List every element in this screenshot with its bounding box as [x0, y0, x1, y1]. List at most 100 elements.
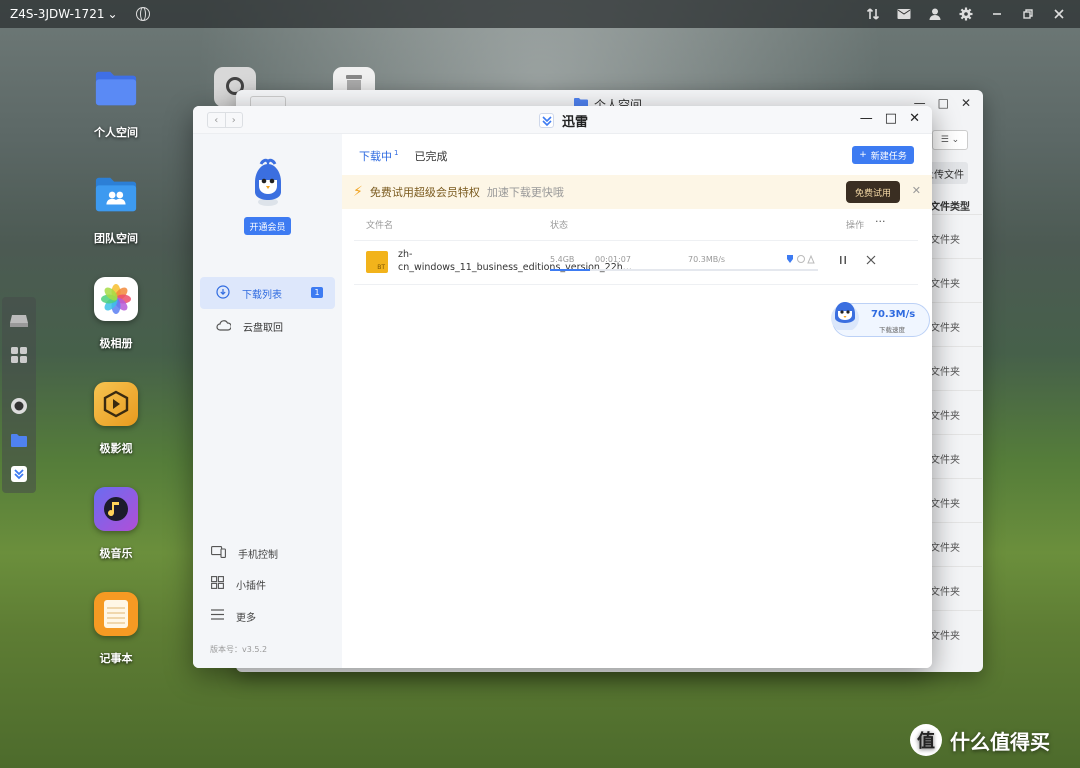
lightning-icon: ⚡: [353, 184, 363, 200]
table-row[interactable]: 文件夹: [930, 478, 982, 522]
desktop-icon-photos[interactable]: 极相册: [76, 277, 156, 351]
back-button[interactable]: ‹: [208, 113, 226, 127]
download-elapsed-time: 00:01:07: [595, 255, 631, 264]
desktop-icon-label: 极影视: [99, 442, 133, 455]
widgets-icon: [211, 576, 224, 592]
vip-promo-banner: ⚡ 免费试用超级会员特权 加速下载更快哦 免费试用 ✕: [342, 175, 932, 209]
minimize-button[interactable]: —: [860, 111, 873, 126]
download-filename: zh-cn_windows_11_business_editions_versi…: [398, 249, 632, 273]
avatar[interactable]: [247, 158, 289, 208]
device-name-menu[interactable]: Z4S-3JDW-1721 ⌄: [10, 7, 118, 21]
view-sort-dropdown[interactable]: ☰ ⌄: [932, 130, 968, 150]
column-header-file-type: 文件类型: [930, 202, 970, 213]
file-badge: BT: [377, 264, 385, 271]
watermark: 值 什么值得买: [910, 724, 1050, 756]
notepad-icon: [94, 592, 138, 636]
table-row[interactable]: 文件夹: [930, 522, 982, 566]
table-row[interactable]: 文件夹: [930, 610, 982, 654]
new-task-button[interactable]: + 新建任务: [852, 146, 914, 164]
window-controls: — □ ✕: [860, 111, 920, 126]
sidebar-item-label: 下载列表: [242, 289, 282, 301]
tab-downloading[interactable]: 下载中 1: [359, 148, 398, 164]
team-folder-icon: [94, 172, 138, 216]
delete-icon[interactable]: [866, 255, 876, 268]
photos-icon: [94, 277, 138, 321]
table-row[interactable]: 文件夹: [930, 566, 982, 610]
download-row[interactable]: BT zh-cn_windows_11_business_editions_ve…: [354, 240, 918, 285]
more-options-icon[interactable]: ···: [875, 215, 886, 228]
sidebar-item-phone-control[interactable]: 手机控制: [211, 543, 278, 563]
close-icon[interactable]: ✕: [912, 184, 921, 197]
thunder-app-icon: [539, 113, 554, 128]
chevron-down-icon: ⌄: [107, 7, 118, 21]
dock: [2, 297, 36, 493]
desktop-icon-music[interactable]: 极音乐: [76, 487, 156, 561]
download-progress-fill: [550, 269, 591, 271]
folder-icon: [94, 66, 138, 110]
watermark-text: 什么值得买: [950, 729, 1050, 754]
new-task-label: 新建任务: [870, 151, 907, 162]
table-row[interactable]: 文件夹: [930, 302, 982, 346]
version-label: 版本号：v3.5.2: [210, 645, 268, 654]
download-count-badge: 1: [311, 287, 323, 298]
download-size: 5.4GB: [550, 255, 575, 264]
plus-icon: +: [859, 150, 867, 160]
nav-arrows: ‹ ›: [207, 112, 243, 128]
desktop-icon-label: 个人空间: [94, 126, 138, 139]
desktop-icon-label: 极相册: [99, 337, 133, 350]
music-icon: [94, 487, 138, 531]
sidebar-item-label: 小插件: [236, 580, 266, 592]
user-icon[interactable]: [926, 5, 944, 23]
desktop-icon-video[interactable]: 极影视: [76, 382, 156, 456]
maximize-button[interactable]: □: [938, 96, 949, 110]
desktop-icon-notepad[interactable]: 记事本: [76, 592, 156, 666]
free-trial-button[interactable]: 免费试用: [846, 181, 900, 203]
sidebar-item-download-list[interactable]: 下载列表 1: [200, 277, 335, 309]
thunder-bird-icon: [827, 296, 863, 332]
close-button[interactable]: ✕: [961, 96, 971, 110]
promo-subtext: 加速下载更快哦: [486, 186, 564, 199]
sidebar-item-widgets[interactable]: 小插件: [211, 574, 266, 594]
table-row[interactable]: 文件夹: [930, 258, 982, 302]
forward-button[interactable]: ›: [226, 113, 243, 127]
maximize-button[interactable]: □: [885, 111, 897, 126]
upload-file-button[interactable]: 上传文件: [926, 162, 968, 184]
mail-icon[interactable]: [895, 5, 913, 23]
sidebar-item-label: 云盘取回: [243, 322, 283, 334]
camera-dock-icon[interactable]: [9, 396, 29, 416]
download-progress-bar: [550, 269, 818, 271]
desktop-icon-personal-space[interactable]: 个人空间: [76, 66, 156, 140]
close-icon[interactable]: [1050, 5, 1068, 23]
sidebar-item-label: 手机控制: [238, 549, 278, 561]
speed-value: 70.3M/s: [871, 309, 916, 320]
table-row[interactable]: 文件夹: [930, 346, 982, 390]
thunder-dock-icon[interactable]: [9, 464, 29, 484]
table-row[interactable]: 文件夹: [930, 214, 982, 258]
promo-text: 免费试用超级会员特权: [369, 186, 480, 199]
transfer-icon[interactable]: [864, 5, 882, 23]
minimize-icon[interactable]: [988, 5, 1006, 23]
menu-icon: [211, 609, 224, 623]
apps-grid-icon[interactable]: [9, 345, 29, 365]
open-vip-button[interactable]: 开通会员: [244, 217, 291, 235]
bt-file-icon: BT: [366, 251, 388, 273]
table-row[interactable]: 文件夹: [930, 390, 982, 434]
gear-icon[interactable]: [957, 5, 975, 23]
window-titlebar[interactable]: ‹ › 迅雷 — □ ✕: [193, 106, 932, 134]
folder-dock-icon[interactable]: [9, 430, 29, 450]
pause-icon[interactable]: [838, 255, 848, 268]
video-icon: [94, 382, 138, 426]
sidebar-item-label: 更多: [236, 612, 256, 624]
storage-icon[interactable]: [9, 311, 29, 331]
globe-icon[interactable]: [135, 7, 150, 21]
table-row[interactable]: 文件夹: [930, 434, 982, 478]
sidebar-item-cloud-retrieve[interactable]: 云盘取回: [200, 310, 335, 342]
free-trial-label: 免费试用: [854, 188, 891, 199]
sidebar-item-more[interactable]: 更多: [211, 606, 256, 626]
main-content: 下载中 1 已完成 + 新建任务 ⚡ 免费试用超级会员特权 加速下载更快哦 免费试…: [342, 134, 932, 668]
download-speed-widget[interactable]: 70.3M/s 下载速度: [831, 302, 930, 337]
desktop-icon-team-space[interactable]: 团队空间: [76, 172, 156, 246]
close-button[interactable]: ✕: [909, 111, 920, 126]
tab-completed[interactable]: 已完成: [414, 148, 447, 164]
restore-icon[interactable]: [1019, 5, 1037, 23]
